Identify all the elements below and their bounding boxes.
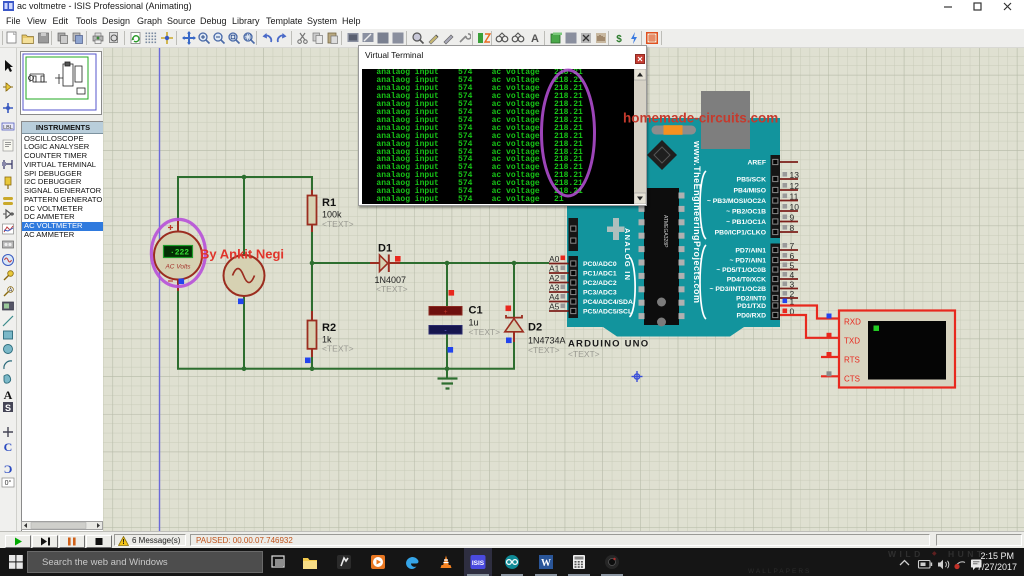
svg-text:By Ankit Negi: By Ankit Negi [200, 247, 284, 262]
svg-text:ISIS: ISIS [472, 560, 485, 567]
svg-text:homemade-circuits.com: homemade-circuits.com [623, 111, 778, 126]
svg-text:W: W [541, 558, 551, 569]
svg-text:!: ! [122, 539, 124, 546]
